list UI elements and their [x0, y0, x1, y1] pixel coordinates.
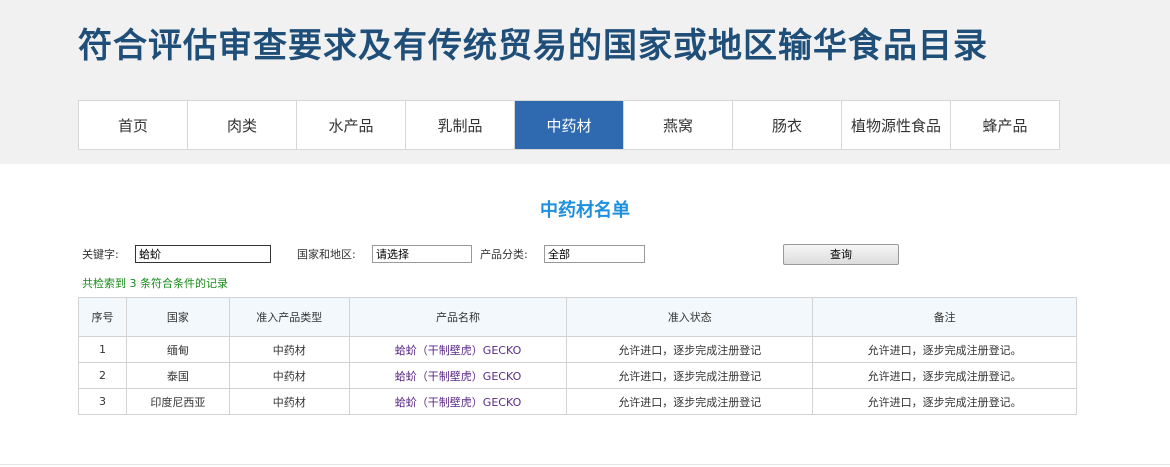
search-form: 关键字: 国家和地区: 产品分类: 查询	[82, 244, 912, 266]
cell-index: 1	[78, 336, 127, 363]
col-header-product-name: 产品名称	[348, 297, 568, 337]
cell-remarks: 允许进口，逐步完成注册登记。	[812, 336, 1077, 363]
nav-item-casings[interactable]: 肠衣	[733, 101, 842, 149]
nav-item-birds-nest[interactable]: 燕窝	[624, 101, 733, 149]
col-header-product-type: 准入产品类型	[228, 297, 350, 337]
page-title: 符合评估审查要求及有传统贸易的国家或地区输华食品目录	[78, 26, 988, 66]
category-nav: 首页 肉类 水产品 乳制品 中药材 燕窝 肠衣 植物源性食品 蜂产品	[78, 100, 1060, 150]
category-label: 产品分类:	[480, 248, 528, 261]
footer-divider	[0, 464, 1170, 465]
nav-item-home[interactable]: 首页	[79, 101, 188, 149]
col-header-country: 国家	[125, 297, 230, 337]
cell-country: 印度尼西亚	[125, 388, 230, 415]
cell-product-type: 中药材	[228, 336, 350, 363]
nav-item-meat[interactable]: 肉类	[188, 101, 297, 149]
table-row: 2 泰国 中药材 蛤蚧（干制壁虎）GECKO 允许进口，逐步完成注册登记 允许进…	[78, 362, 1077, 389]
cell-index: 3	[78, 388, 127, 415]
cell-product-name-link[interactable]: 蛤蚧（干制壁虎）GECKO	[348, 362, 568, 389]
table-row: 1 缅甸 中药材 蛤蚧（干制壁虎）GECKO 允许进口，逐步完成注册登记 允许进…	[78, 336, 1077, 363]
cell-status: 允许进口，逐步完成注册登记	[566, 362, 814, 389]
keyword-input[interactable]	[135, 245, 271, 263]
cell-remarks: 允许进口，逐步完成注册登记。	[812, 362, 1077, 389]
cell-country: 缅甸	[125, 336, 230, 363]
nav-item-dairy[interactable]: 乳制品	[406, 101, 515, 149]
query-button[interactable]: 查询	[783, 244, 899, 265]
region-select[interactable]	[372, 245, 472, 263]
cell-product-name-link[interactable]: 蛤蚧（干制壁虎）GECKO	[348, 336, 568, 363]
result-count: 共检索到 3 条符合条件的记录	[82, 277, 228, 290]
nav-item-plant-food[interactable]: 植物源性食品	[842, 101, 951, 149]
cell-product-name-link[interactable]: 蛤蚧（干制壁虎）GECKO	[348, 388, 568, 415]
col-header-index: 序号	[78, 297, 127, 337]
cell-index: 2	[78, 362, 127, 389]
cell-product-type: 中药材	[228, 362, 350, 389]
cell-country: 泰国	[125, 362, 230, 389]
col-header-status: 准入状态	[566, 297, 814, 337]
table-header-row: 序号 国家 准入产品类型 产品名称 准入状态 备注	[78, 297, 1077, 337]
cell-product-type: 中药材	[228, 388, 350, 415]
category-select[interactable]	[544, 245, 645, 263]
nav-item-aquatic[interactable]: 水产品	[297, 101, 406, 149]
cell-status: 允许进口，逐步完成注册登记	[566, 388, 814, 415]
col-header-remarks: 备注	[812, 297, 1077, 337]
keyword-label: 关键字:	[82, 248, 119, 261]
nav-item-herbal-medicine[interactable]: 中药材	[515, 101, 624, 149]
region-label: 国家和地区:	[297, 248, 356, 261]
results-table: 序号 国家 准入产品类型 产品名称 准入状态 备注 1 缅甸 中药材 蛤蚧（干制…	[78, 297, 1077, 415]
nav-item-bee-products[interactable]: 蜂产品	[951, 101, 1059, 149]
cell-status: 允许进口，逐步完成注册登记	[566, 336, 814, 363]
table-row: 3 印度尼西亚 中药材 蛤蚧（干制壁虎）GECKO 允许进口，逐步完成注册登记 …	[78, 388, 1077, 415]
section-title: 中药材名单	[540, 200, 630, 221]
cell-remarks: 允许进口，逐步完成注册登记。	[812, 388, 1077, 415]
